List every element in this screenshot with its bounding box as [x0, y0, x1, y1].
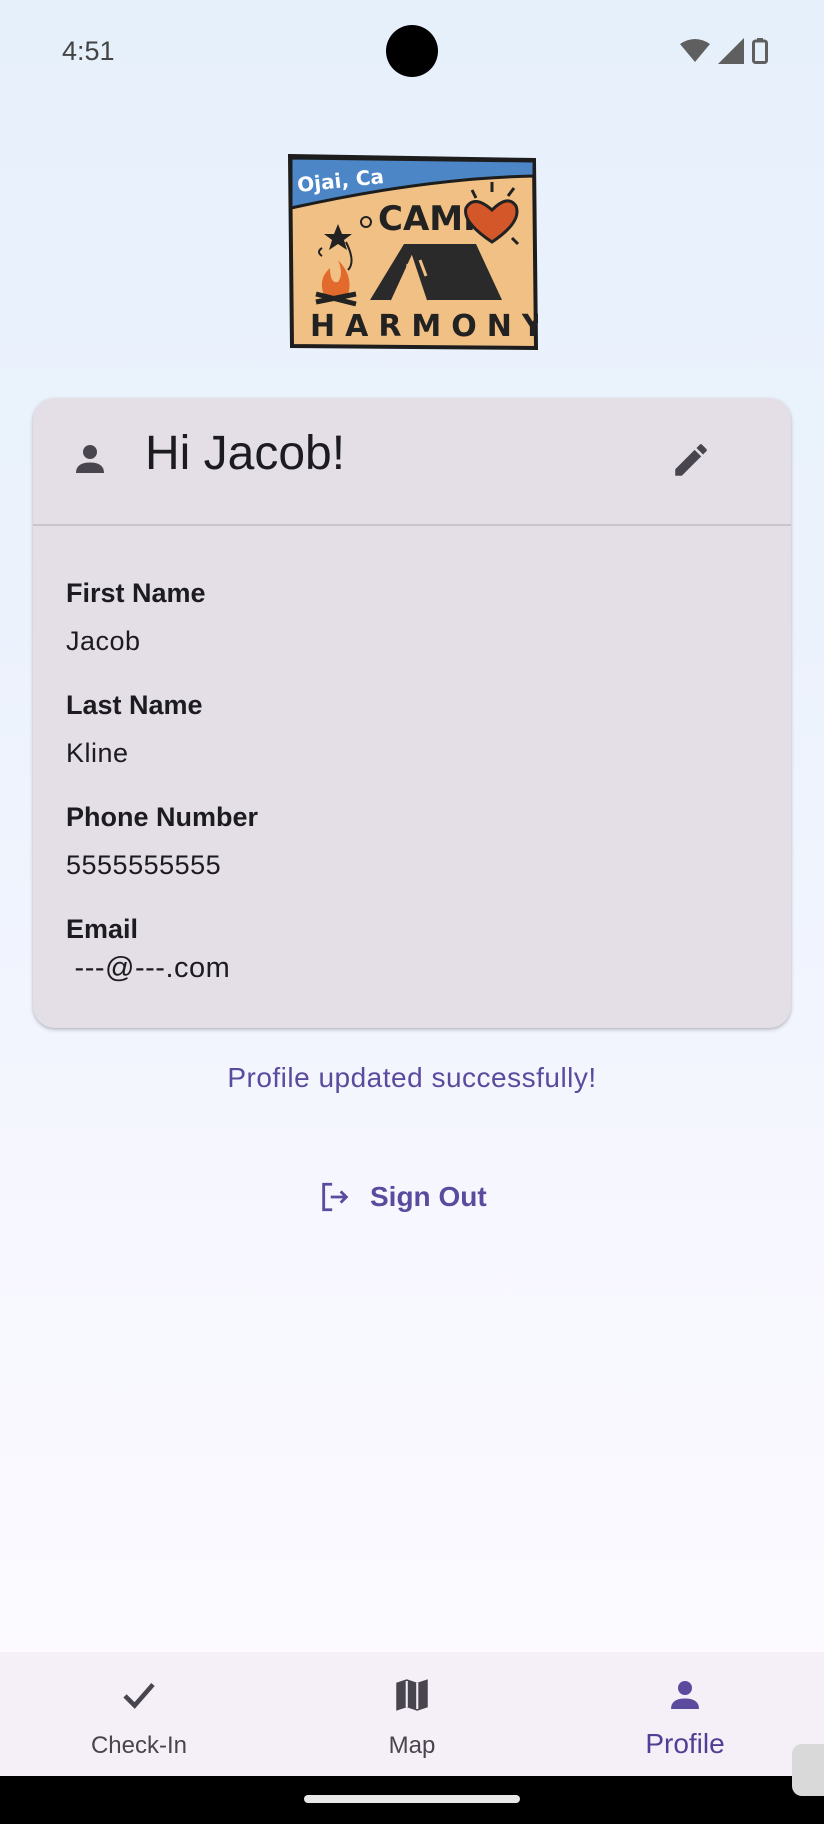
battery-icon — [752, 38, 768, 64]
last-name-value: Kline — [66, 738, 129, 768]
logo-harmony-text: HARMONY — [310, 309, 538, 344]
phone-number-label: Phone Number — [66, 802, 259, 832]
pencil-icon — [675, 444, 707, 476]
profile-card: Hi Jacob! First Name Jacob Last Name Kli… — [33, 398, 791, 1028]
signal-icon — [718, 38, 744, 64]
map-icon — [396, 1679, 428, 1711]
phone-number-value: 5555555555 — [66, 850, 222, 880]
status-bar: 4:51 — [0, 0, 824, 104]
nav-item-profile[interactable]: Profile — [548, 1652, 822, 1776]
app-screen: 4:51 Ojai, Ca CAMP HARMONY Hi Jacob! Fir… — [0, 0, 824, 1776]
gesture-navigation-bar[interactable] — [304, 1795, 520, 1803]
last-name-label: Last Name — [66, 690, 203, 720]
bottom-navigation: Check-In Map Profile — [0, 1652, 824, 1776]
camera-cutout — [386, 25, 438, 77]
email-label: Email — [66, 914, 139, 944]
logout-icon — [322, 1182, 349, 1212]
person-icon — [76, 445, 104, 473]
nav-label-check-in: Check-In — [90, 1732, 188, 1759]
nav-item-map[interactable]: Map — [275, 1652, 549, 1776]
edge-handle[interactable] — [792, 1744, 824, 1796]
camp-logo: Ojai, Ca CAMP HARMONY — [287, 153, 538, 351]
nav-item-check-in[interactable]: Check-In — [2, 1652, 276, 1776]
first-name-label: First Name — [66, 578, 206, 608]
sign-out-button[interactable]: Sign Out — [318, 1172, 508, 1222]
email-value: ---@---.com — [66, 952, 231, 984]
status-icons — [680, 38, 768, 64]
check-icon — [123, 1683, 155, 1709]
nav-label-map: Map — [388, 1732, 436, 1759]
status-time: 4:51 — [62, 36, 115, 66]
sign-out-label: Sign Out — [370, 1181, 487, 1212]
edit-profile-button[interactable] — [659, 428, 723, 492]
first-name-value: Jacob — [66, 626, 141, 656]
greeting-title: Hi Jacob! — [145, 427, 346, 480]
wifi-icon — [680, 39, 710, 62]
nav-label-profile: Profile — [645, 1728, 725, 1759]
profile-card-header: Hi Jacob! — [33, 398, 791, 526]
status-message: Profile updated successfully! — [227, 1062, 597, 1093]
person-icon — [671, 1681, 699, 1709]
